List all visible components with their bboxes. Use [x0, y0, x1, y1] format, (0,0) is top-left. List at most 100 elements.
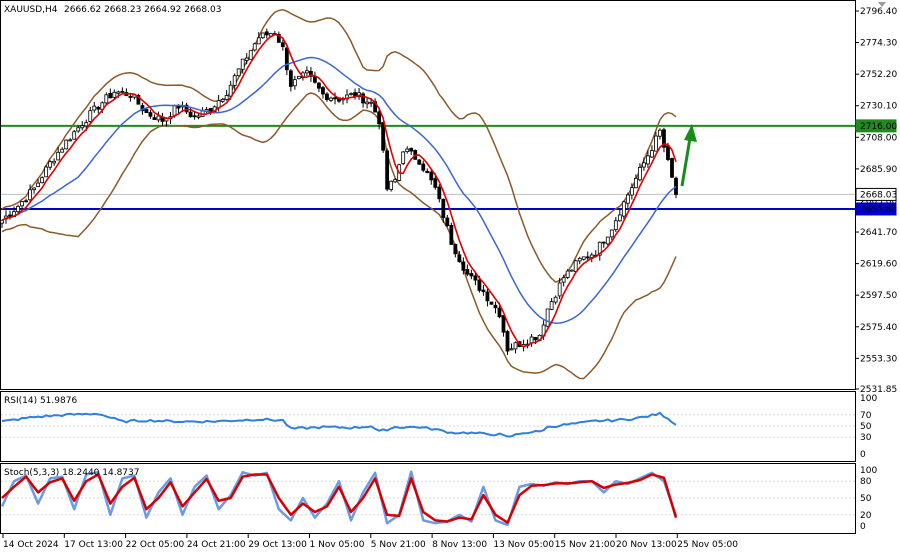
candle-body [76, 127, 81, 132]
candle-body [321, 87, 325, 95]
price-axis-label: 2641.70 [860, 228, 897, 238]
price-axis-label: 2553.30 [860, 354, 897, 364]
candle-body [461, 261, 466, 271]
candle-body [292, 79, 297, 87]
candle-body [670, 158, 674, 178]
candle-body [305, 70, 309, 74]
candle-body [553, 296, 558, 303]
candle-body [674, 177, 678, 195]
candle-body [409, 147, 414, 152]
candle-body [52, 160, 57, 164]
stoch-axis-label: 0 [860, 522, 866, 532]
candle-body [561, 277, 566, 283]
candle-body [56, 151, 61, 161]
candle-body [188, 111, 193, 118]
candle-body [425, 170, 430, 174]
time-axis-label: 29 Oct 13:00 [248, 540, 307, 550]
candle-body [144, 108, 149, 114]
candle-body [80, 125, 85, 129]
candle-body [389, 180, 394, 190]
candle-body [509, 348, 514, 351]
candle-body [666, 145, 670, 160]
rsi-axis-label: 30 [860, 433, 872, 443]
candle-body [637, 167, 642, 181]
candle-body [489, 301, 494, 305]
rsi-axis-label: 50 [860, 422, 872, 432]
support-level-tag: 2657.85 [860, 205, 897, 215]
candle-body [240, 58, 245, 70]
candle-body [0, 219, 4, 224]
candle-body [485, 291, 490, 302]
candle-body [280, 42, 285, 48]
candle-body [381, 121, 386, 151]
candle-body [477, 279, 482, 291]
candle-body [557, 282, 562, 297]
candle-body [605, 236, 610, 245]
candle-body [465, 269, 470, 275]
candle-body [421, 163, 426, 171]
candle-body [469, 273, 474, 277]
resistance-level-tag: 2716.00 [860, 122, 897, 132]
candle-body [642, 162, 646, 168]
candle-body [433, 178, 438, 188]
candle-body [333, 97, 337, 100]
candle-body [549, 301, 554, 310]
candle-body [457, 254, 462, 263]
candle-body [369, 101, 373, 104]
candle-body [417, 159, 422, 165]
time-axis-label: 15 Nov 21:00 [555, 540, 616, 550]
stoch-title: Stoch(5,3,3) 18.2440 14.8737 [4, 468, 139, 478]
time-axis-label: 14 Oct 2024 [3, 540, 59, 550]
candle-body [505, 331, 510, 352]
candle-body [317, 82, 321, 89]
price-axis-label: 2730.10 [860, 102, 897, 112]
candle-body [513, 342, 518, 350]
candle-body [148, 112, 153, 117]
candle-body [72, 131, 77, 140]
price-axis-label: 2575.40 [860, 323, 897, 333]
candle-body [288, 70, 293, 87]
candle-body [329, 97, 333, 101]
candle-body [96, 107, 101, 110]
price-axis-label: 2752.20 [860, 70, 897, 80]
stoch-axis-label: 100 [860, 466, 877, 476]
candle-body [152, 117, 157, 120]
candle-body [429, 171, 434, 181]
candle-body [84, 122, 89, 127]
candle-body [36, 182, 41, 187]
rsi-panel[interactable] [0, 391, 856, 462]
time-axis-label: 1 Nov 05:00 [310, 540, 365, 550]
price-axis-label: 2685.90 [860, 165, 897, 175]
chart-symbol-label: XAUUSD,H4 [4, 5, 58, 15]
candle-body [585, 256, 590, 259]
candle-body [445, 217, 450, 226]
candle-body [453, 243, 458, 255]
price-panel[interactable] [0, 0, 856, 390]
candle-body [88, 110, 93, 122]
candle-body [64, 139, 69, 150]
candle-body [449, 225, 454, 245]
candle-body [501, 315, 506, 333]
candle-body [625, 194, 630, 204]
stoch-axis-label: 20 [860, 511, 872, 521]
time-axis-label: 24 Oct 21:00 [187, 540, 246, 550]
candle-body [196, 115, 201, 118]
rsi-axis-label: 0 [860, 450, 866, 460]
candle-body [44, 166, 49, 178]
candle-body [437, 186, 442, 200]
time-axis-label: 13 Nov 05:00 [493, 540, 554, 550]
time-axis-label: 20 Nov 13:00 [616, 540, 677, 550]
candle-body [325, 93, 329, 100]
candle-body [497, 307, 502, 318]
candle-body [20, 201, 24, 207]
candle-body [8, 214, 12, 217]
candle-body [533, 337, 538, 341]
candle-body [220, 98, 225, 102]
candle-body [108, 93, 113, 99]
candle-body [405, 148, 410, 153]
candle-body [577, 257, 582, 262]
candle-body [573, 260, 578, 272]
price-axis-label: 2708.00 [860, 133, 897, 143]
candle-body [284, 47, 289, 71]
candle-body [24, 200, 28, 203]
